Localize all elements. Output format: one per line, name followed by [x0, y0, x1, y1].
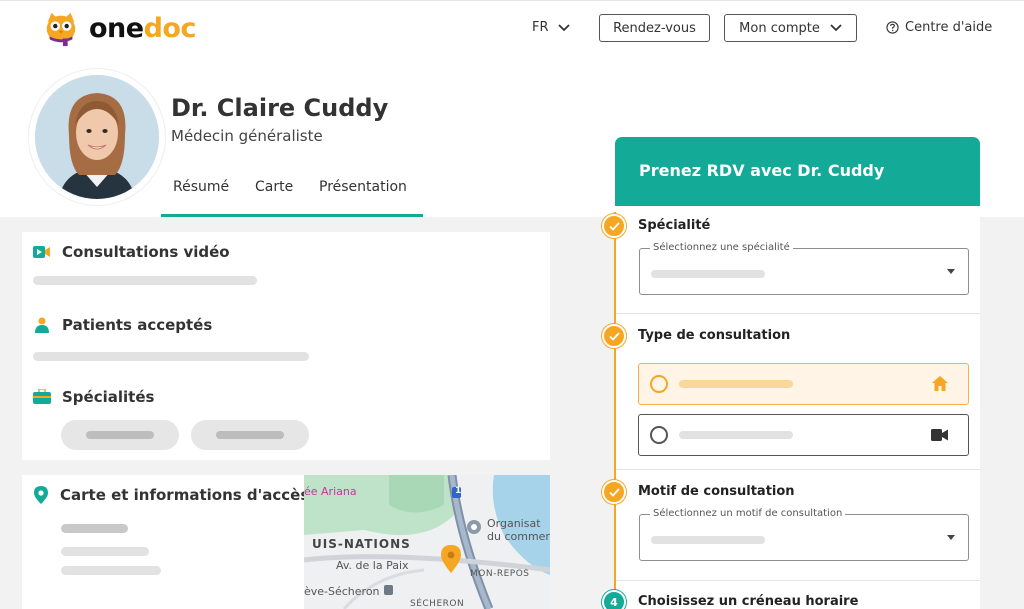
consultation-type-video[interactable] [638, 414, 969, 456]
skeleton-line [61, 547, 149, 556]
video-camera-icon [931, 429, 948, 441]
step-2-title: Type de consultation [638, 328, 791, 343]
step-3-title: Motif de consultation [638, 484, 795, 499]
radio-button[interactable] [650, 375, 668, 393]
map-tram-line: 1 [455, 486, 462, 496]
specialties-heading: Spécialités [33, 388, 154, 406]
skeleton-line [33, 352, 309, 361]
video-consultation-label: Consultations vidéo [62, 243, 230, 261]
doctor-name: Dr. Claire Cuddy [171, 94, 389, 122]
location-map[interactable]: ée Ariana 1 Organisat du commer UIS-NATI… [304, 475, 550, 609]
caret-down-icon [947, 535, 955, 540]
chevron-down-icon [557, 23, 570, 31]
brand-part-doc: doc [143, 12, 197, 44]
caret-down-icon [947, 269, 955, 274]
profile-tabs: Résumé Carte Présentation [161, 172, 423, 217]
skeleton-line [33, 276, 257, 285]
home-icon [932, 376, 948, 391]
tab-map[interactable]: Carte [255, 179, 293, 195]
onedoc-logo[interactable]: onedoc [42, 9, 196, 47]
map-label-secheron-station: ève-Sécheron [304, 585, 380, 598]
top-navigation-bar: onedoc FR Rendez-vous Mon compte Centre … [0, 0, 1024, 56]
map-label-av-paix: Av. de la Paix [336, 559, 409, 572]
help-center-link[interactable]: Centre d'aide [886, 20, 992, 35]
booking-title: Prenez RDV avec Dr. Cuddy [639, 161, 885, 180]
map-label-secheron: SÉCHERON [410, 599, 465, 609]
steps-timeline [614, 212, 616, 609]
specialty-select-label: Sélectionnez une spécialité [650, 242, 793, 253]
step-divider [616, 469, 980, 470]
language-selector[interactable]: FR [532, 20, 570, 35]
patients-label: Patients acceptés [62, 316, 213, 334]
map-label-mon-repos: MON-REPOS [470, 569, 530, 579]
owl-mascot-icon [46, 12, 76, 47]
account-label: Mon compte [739, 20, 820, 36]
map-info-label: Carte et informations d'accès [60, 486, 310, 504]
video-consultation-heading: Consultations vidéo [33, 243, 230, 261]
question-circle-icon [886, 21, 899, 34]
skeleton-line [651, 536, 765, 544]
reason-select[interactable]: Sélectionnez un motif de consultation [639, 508, 969, 561]
step-4-title: Choisissez un créneau horaire [638, 594, 859, 609]
help-label: Centre d'aide [905, 20, 993, 35]
step-3-check-icon [602, 480, 626, 504]
summary-card: Consultations vidéo Patients acceptés Sp… [22, 232, 550, 460]
specialty-chip [191, 420, 309, 450]
patient-icon [35, 317, 49, 333]
step-1-check-icon [602, 214, 626, 238]
step-divider [616, 580, 980, 581]
map-label-ariana: ée Ariana [304, 485, 357, 498]
skeleton-line [679, 431, 793, 439]
booking-panel-header: Prenez RDV avec Dr. Cuddy [615, 137, 980, 206]
step-4-number: 4 [610, 595, 618, 609]
step-1-title: Spécialité [638, 218, 711, 233]
skeleton-line [679, 380, 793, 388]
skeleton-line [651, 270, 765, 278]
map-pin-icon [34, 486, 48, 504]
video-camera-icon [33, 246, 50, 258]
reason-select-label: Sélectionnez un motif de consultation [650, 508, 846, 519]
skeleton-line [61, 524, 128, 533]
step-divider [616, 313, 980, 314]
brand-wordmark: onedoc [89, 13, 196, 44]
consultation-type-in-person[interactable] [638, 363, 969, 405]
specialty-select[interactable]: Sélectionnez une spécialité [639, 242, 969, 295]
appointments-button[interactable]: Rendez-vous [599, 14, 710, 42]
language-label: FR [532, 20, 549, 35]
skeleton-line [61, 566, 161, 575]
tab-resume[interactable]: Résumé [173, 179, 229, 195]
tab-presentation[interactable]: Présentation [319, 179, 407, 195]
chevron-down-icon [830, 24, 842, 32]
doctor-avatar [35, 75, 159, 199]
radio-button[interactable] [650, 426, 668, 444]
doctor-portrait-image [35, 75, 159, 199]
briefcase-icon [33, 389, 51, 404]
brand-part-one: one [89, 12, 144, 44]
map-label-nations: UIS-NATIONS [312, 537, 411, 551]
map-info-heading: Carte et informations d'accès [33, 486, 309, 504]
specialties-label: Spécialités [62, 388, 155, 406]
doctor-specialty: Médecin généraliste [171, 127, 323, 145]
step-2-check-icon [602, 324, 626, 348]
map-label-commerce: du commer [487, 530, 550, 543]
patients-heading: Patients acceptés [33, 316, 212, 334]
account-menu-button[interactable]: Mon compte [724, 14, 857, 42]
specialty-chip [61, 420, 179, 450]
map-label-organisation: Organisat [487, 517, 541, 530]
step-4-number-badge: 4 [602, 590, 626, 609]
